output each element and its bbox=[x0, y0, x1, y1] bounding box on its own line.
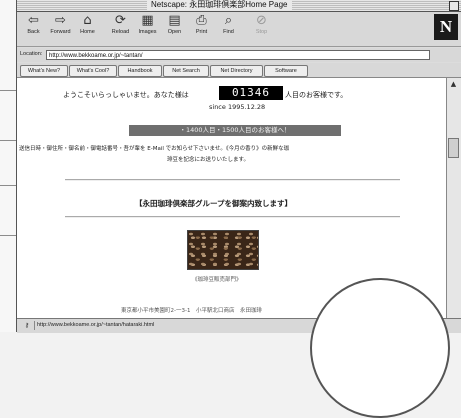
open-icon: ▤ bbox=[168, 13, 181, 28]
home-icon: ⌂ bbox=[83, 13, 92, 28]
net-search-button[interactable]: Net Search bbox=[163, 65, 209, 77]
title-bar[interactable]: Netscape: 永田珈琲倶楽部Home Page bbox=[17, 0, 461, 12]
notice-line: 琲豆を記念にお送りいたします。 bbox=[167, 157, 249, 163]
images-button[interactable]: ▦ Images bbox=[135, 13, 160, 44]
find-icon: ⌕ bbox=[224, 13, 233, 28]
reload-button[interactable]: ⟳ Reload bbox=[108, 13, 133, 44]
since-date: since 1995.12.28 bbox=[209, 103, 266, 111]
image-caption[interactable]: 《珈琲豆販売部門》 bbox=[192, 275, 242, 283]
section-title: 【永田珈琲倶楽部グループを御案内致します】 bbox=[135, 199, 293, 208]
window-title: Netscape: 永田珈琲倶楽部Home Page bbox=[147, 0, 292, 10]
visitor-counter: 01346 bbox=[219, 86, 283, 100]
location-label: Location: bbox=[20, 51, 43, 57]
overlay-circle bbox=[310, 278, 450, 418]
print-button[interactable]: ⎙ Print bbox=[189, 13, 214, 44]
netscape-logo[interactable]: N bbox=[434, 14, 458, 40]
paper-line bbox=[0, 185, 16, 186]
divider bbox=[65, 216, 400, 218]
find-button[interactable]: ⌕ Find bbox=[216, 13, 241, 44]
zoom-box[interactable] bbox=[449, 1, 459, 11]
net-directory-button[interactable]: Net Directory bbox=[210, 65, 263, 77]
scroll-thumb[interactable] bbox=[448, 138, 459, 158]
stop-icon: ⊘ bbox=[256, 13, 267, 28]
url-input[interactable]: http://www.bekkoame.or.jp/~tantan/ bbox=[46, 50, 430, 60]
stop-button[interactable]: ⊘ Stop bbox=[249, 13, 274, 44]
divider bbox=[65, 179, 400, 181]
address-text: 東京都小平市美園町2-一3-1 小平駅北口商店 永田珈琲 bbox=[121, 308, 262, 314]
visitor-banner: ・1400人目・1500人目のお客様へ！ bbox=[129, 125, 341, 136]
location-bar: Location: http://www.bekkoame.or.jp/~tan… bbox=[17, 48, 461, 62]
software-button[interactable]: Software bbox=[264, 65, 308, 77]
scroll-up-icon[interactable]: ▲ bbox=[448, 79, 459, 90]
notice-line: 送信日時・御住所・御名前・御電話番号・吾が輩を E-Mail でお知らせ下さいま… bbox=[19, 146, 290, 152]
back-arrow-icon: ⇦ bbox=[28, 13, 39, 28]
vertical-scrollbar[interactable]: ▲ bbox=[446, 78, 461, 318]
paper-line bbox=[0, 90, 16, 91]
whats-cool-button[interactable]: What's Cool? bbox=[69, 65, 117, 77]
reload-icon: ⟳ bbox=[115, 13, 126, 28]
forward-button[interactable]: ⇨ Forward bbox=[48, 13, 73, 44]
back-button[interactable]: ⇦ Back bbox=[21, 13, 46, 44]
status-url: http://www.bekkoame.or.jp/~tantan/hatara… bbox=[37, 322, 155, 328]
print-icon: ⎙ bbox=[196, 13, 207, 28]
handbook-button[interactable]: Handbook bbox=[118, 65, 162, 77]
welcome-suffix: 人目のお客様です。 bbox=[285, 91, 348, 99]
toolbar: ⇦ Back ⇨ Forward ⌂ Home ⟳ Reload ▦ Images ▤ Op… bbox=[17, 12, 461, 47]
whats-new-button[interactable]: What's New? bbox=[20, 65, 68, 77]
security-key-icon: ⚷ bbox=[20, 321, 35, 330]
open-button[interactable]: ▤ Open bbox=[162, 13, 187, 44]
images-icon: ▦ bbox=[141, 13, 154, 28]
coffee-beans-image[interactable] bbox=[187, 230, 259, 270]
paper-line bbox=[0, 235, 16, 236]
welcome-text: ようこそいらっしゃいませ。あなた様は bbox=[63, 91, 189, 99]
paper-line bbox=[0, 140, 16, 141]
directory-buttons: What's New? What's Cool? Handbook Net Se… bbox=[17, 63, 461, 78]
home-button[interactable]: ⌂ Home bbox=[75, 13, 100, 44]
forward-arrow-icon: ⇨ bbox=[55, 13, 66, 28]
